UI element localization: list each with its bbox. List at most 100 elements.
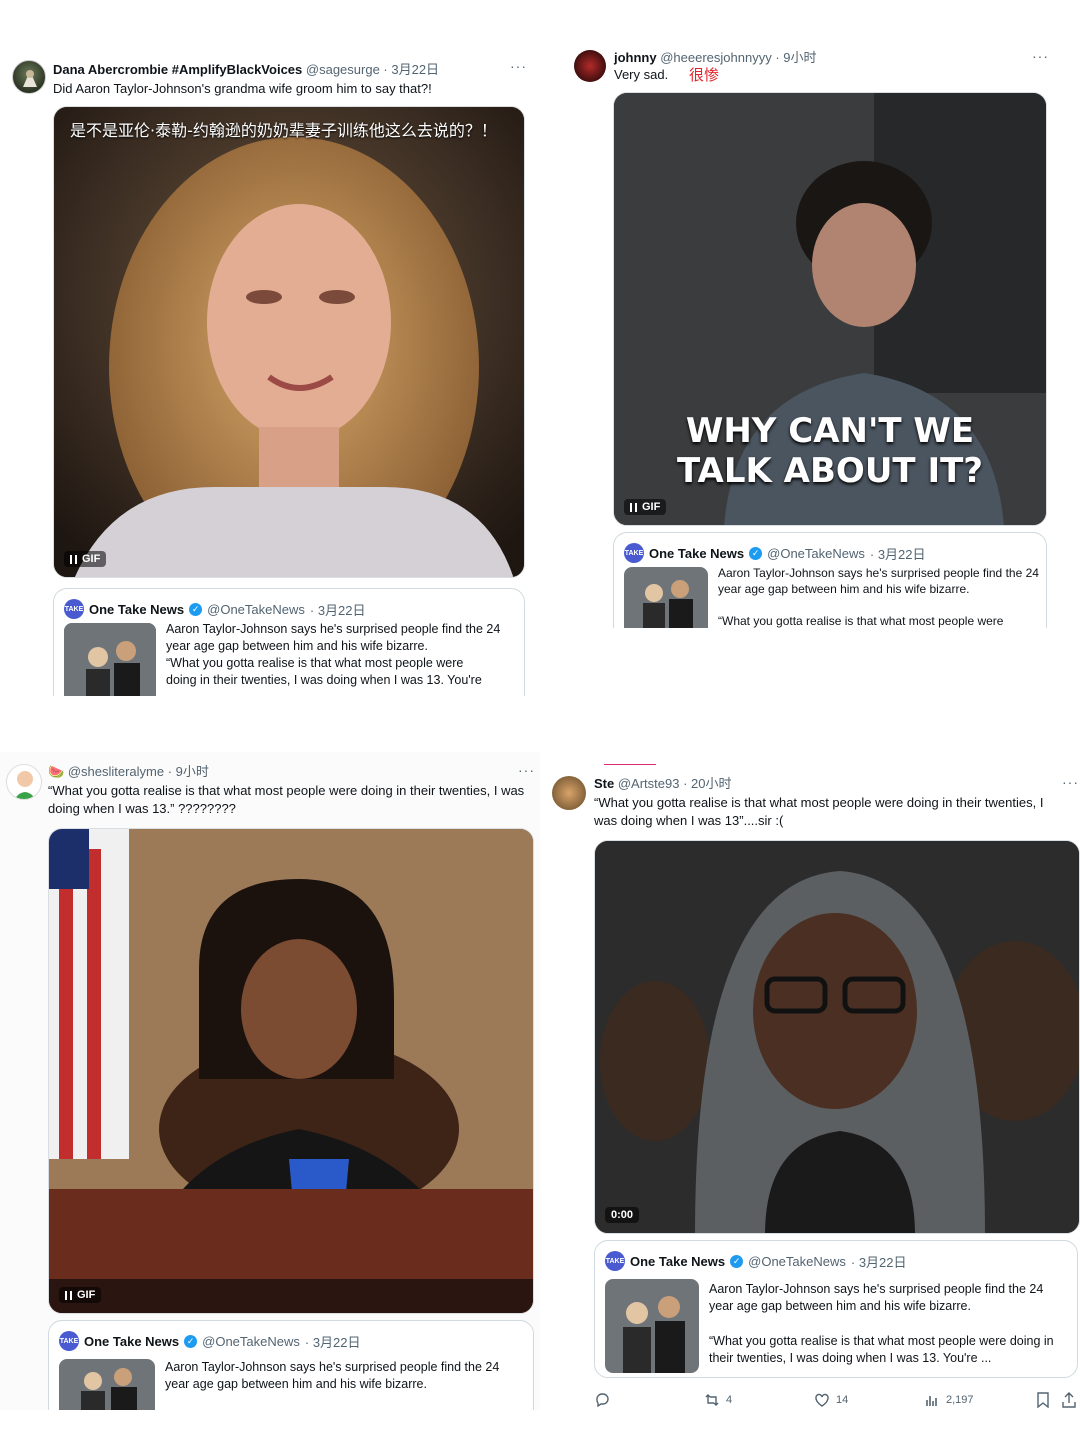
- video-illustration: [595, 841, 1079, 1233]
- more-options-icon[interactable]: ···: [518, 762, 535, 778]
- quote-handle: @OneTakeNews: [767, 545, 865, 561]
- tweet-header: Ste @Artste93 · 20小时: [594, 776, 732, 792]
- user-handle[interactable]: @heeeresjohnnyyy: [660, 50, 771, 65]
- verified-badge-icon: ✓: [730, 1254, 744, 1268]
- quote-timestamp: · 3月22日: [869, 546, 926, 562]
- timestamp[interactable]: · 9小时: [168, 764, 209, 779]
- bookmark-button[interactable]: [1036, 1392, 1050, 1408]
- gif-badge[interactable]: GIF: [59, 1287, 102, 1303]
- quote-thumbnail: [64, 623, 156, 696]
- quote-display-name: One Take News: [89, 601, 185, 617]
- quoted-tweet[interactable]: TAKE One Take News ✓ @OneTakeNews · 3月22…: [53, 588, 525, 696]
- bookmark-icon: [1037, 1392, 1049, 1408]
- gif-label: GIF: [642, 501, 661, 513]
- retweet-icon: [705, 1394, 719, 1406]
- tweet-text: Did Aaron Taylor-Johnson's grandma wife …: [53, 81, 432, 96]
- gif-badge[interactable]: GIF: [64, 551, 107, 567]
- user-avatar[interactable]: [6, 764, 42, 800]
- quote-avatar: TAKE: [624, 543, 644, 563]
- quote-text: Aaron Taylor-Johnson says he's surprised…: [718, 566, 1039, 596]
- more-options-icon[interactable]: ···: [510, 58, 527, 74]
- pause-icon: [630, 502, 637, 512]
- quoted-tweet[interactable]: TAKE One Take News ✓ @OneTakeNews · 3月22…: [594, 1240, 1078, 1378]
- tweet-text: “What you gotta realise is that what mos…: [594, 795, 1044, 828]
- tweet-header: Dana Abercrombie #AmplifyBlackVoices @sa…: [53, 62, 439, 78]
- reply-button[interactable]: [594, 1392, 610, 1408]
- timestamp[interactable]: · 20小时: [683, 776, 731, 791]
- verified-badge-icon: ✓: [189, 602, 203, 616]
- quote-text: Aaron Taylor-Johnson says he's surprised…: [165, 1360, 500, 1391]
- tweet-panel-3: 🍉 @shesliteralyme · 9小时 ··· “What you go…: [0, 752, 540, 1410]
- quote-text-continued: “What you gotta realise is that what mos…: [166, 655, 518, 689]
- gif-label: GIF: [77, 1289, 96, 1301]
- gif-caption: WHY CAN'T WE TALK ABOUT IT?: [614, 411, 1046, 491]
- heart-icon: [815, 1393, 829, 1407]
- reply-icon: [596, 1393, 609, 1408]
- pause-icon: [70, 554, 77, 564]
- quote-header: TAKE One Take News ✓ @OneTakeNews · 3月22…: [624, 543, 926, 563]
- quote-text-continued: “What you gotta realise is that what mos…: [718, 614, 1004, 628]
- retweet-button[interactable]: 4: [704, 1392, 732, 1408]
- quote-text-line: doing in their twenties, I was doing whe…: [166, 673, 482, 687]
- gif-illustration: [49, 829, 533, 1313]
- quoted-tweet[interactable]: TAKE One Take News ✓ @OneTakeNews · 3月22…: [48, 1320, 534, 1410]
- like-button[interactable]: 14: [814, 1392, 848, 1408]
- display-name-emoji[interactable]: 🍉: [48, 765, 64, 780]
- timestamp[interactable]: · 9小时: [775, 50, 816, 65]
- tweet-gif[interactable]: WHY CAN'T WE TALK ABOUT IT? GIF: [613, 92, 1047, 526]
- tweet-header: 🍉 @shesliteralyme · 9小时: [48, 764, 209, 781]
- share-icon: [1062, 1392, 1076, 1408]
- user-avatar[interactable]: [552, 776, 586, 810]
- quote-avatar: TAKE: [59, 1331, 79, 1351]
- gif-badge[interactable]: GIF: [624, 499, 667, 515]
- video-timestamp[interactable]: 0:00: [605, 1207, 640, 1223]
- gif-illustration: [54, 107, 524, 577]
- user-avatar[interactable]: [574, 50, 606, 82]
- quote-display-name: One Take News: [84, 1333, 180, 1349]
- video-time-label: 0:00: [611, 1209, 634, 1221]
- quote-header: TAKE One Take News ✓ @OneTakeNews · 3月22…: [64, 599, 366, 619]
- tweet-gif[interactable]: GIF: [48, 828, 534, 1314]
- quoted-tweet[interactable]: TAKE One Take News ✓ @OneTakeNews · 3月22…: [613, 532, 1047, 628]
- quote-text-continued: “What you gotta realise is that what mos…: [709, 1334, 1054, 1365]
- red-annotation: 很惨: [689, 66, 720, 84]
- tweet-gif[interactable]: 是不是亚伦·泰勒-约翰逊的奶奶辈妻子训练他这么去说的？！ GIF: [53, 106, 525, 578]
- display-name[interactable]: Dana Abercrombie #AmplifyBlackVoices: [53, 62, 302, 77]
- quote-handle: @OneTakeNews: [202, 1333, 300, 1349]
- quote-timestamp: · 3月22日: [304, 1334, 361, 1350]
- gif-caption-line: WHY CAN'T WE: [685, 411, 975, 451]
- quote-timestamp: · 3月22日: [309, 602, 366, 618]
- tweet-video[interactable]: 0:00: [594, 840, 1080, 1234]
- timestamp[interactable]: · 3月22日: [383, 62, 439, 77]
- quote-handle: @OneTakeNews: [748, 1253, 846, 1269]
- user-handle[interactable]: @sagesurge: [306, 62, 380, 77]
- quote-handle: @OneTakeNews: [207, 601, 305, 617]
- quote-timestamp: · 3月22日: [850, 1254, 907, 1270]
- share-button[interactable]: [1062, 1392, 1076, 1408]
- tweet-text: “What you gotta realise is that what mos…: [48, 783, 525, 816]
- user-avatar[interactable]: [12, 60, 46, 94]
- more-options-icon[interactable]: ···: [1032, 48, 1049, 64]
- quote-avatar: TAKE: [605, 1251, 625, 1271]
- views-icon: [926, 1396, 937, 1406]
- gif-label: GIF: [82, 553, 101, 565]
- user-handle[interactable]: @shesliteralyme: [68, 764, 164, 779]
- pause-icon: [65, 1290, 72, 1300]
- quote-thumbnail: [59, 1359, 155, 1410]
- gif-caption: 是不是亚伦·泰勒-约翰逊的奶奶辈妻子训练他这么去说的？！: [70, 121, 497, 140]
- quote-text-line: “What you gotta realise is that what mos…: [166, 656, 464, 670]
- quote-header: TAKE One Take News ✓ @OneTakeNews · 3月22…: [59, 1331, 361, 1351]
- quote-thumbnail: [624, 567, 708, 628]
- like-count: 14: [836, 1394, 849, 1406]
- verified-badge-icon: ✓: [749, 546, 763, 560]
- user-handle[interactable]: @Artste93: [618, 776, 680, 791]
- display-name[interactable]: Ste: [594, 776, 614, 791]
- more-options-icon[interactable]: ···: [1062, 774, 1079, 790]
- tweet-actions-bar: 4 14 2,197: [540, 1392, 1080, 1412]
- quote-thumbnail: [605, 1279, 699, 1373]
- views-button[interactable]: 2,197: [924, 1392, 974, 1408]
- display-name[interactable]: johnny: [614, 50, 657, 65]
- quote-avatar: TAKE: [64, 599, 84, 619]
- view-count: 2,197: [946, 1394, 974, 1406]
- verified-badge-icon: ✓: [184, 1334, 198, 1348]
